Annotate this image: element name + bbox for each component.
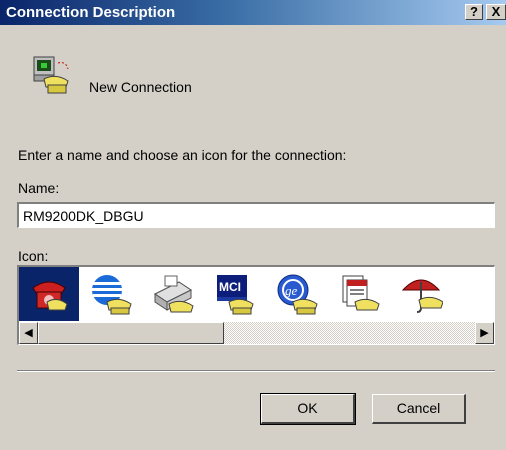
close-button[interactable]: X xyxy=(486,4,506,20)
svg-text:MCI: MCI xyxy=(219,280,241,294)
mci-phone-icon: MCI xyxy=(217,275,254,315)
icon-list[interactable]: MCI ge ◀ ▶ xyxy=(17,265,495,345)
red-phone-icon xyxy=(32,281,68,311)
phone-computer-icon xyxy=(30,55,72,97)
umbrella-phone-icon xyxy=(401,279,443,313)
window-title: Connection Description xyxy=(6,4,176,21)
connection-description-dialog: Connection Description ? X New Connectio… xyxy=(0,0,506,450)
scroll-left-button[interactable]: ◀ xyxy=(19,322,38,344)
title-bar[interactable]: Connection Description ? X xyxy=(0,0,506,25)
help-button[interactable]: ? xyxy=(465,4,483,20)
documents-phone-icon xyxy=(342,275,380,311)
ge-phone-icon: ge xyxy=(277,274,318,315)
name-label: Name: xyxy=(18,180,60,196)
svg-text:ge: ge xyxy=(285,283,298,298)
icon-label: Icon: xyxy=(18,248,49,264)
icon-option-red-phone[interactable] xyxy=(19,267,79,321)
separator xyxy=(17,370,495,372)
fax-phone-icon xyxy=(154,275,194,313)
icon-option-mci[interactable]: MCI xyxy=(205,267,265,321)
icon-option-ge[interactable]: ge xyxy=(267,267,327,321)
horizontal-scrollbar[interactable]: ◀ ▶ xyxy=(19,322,494,344)
icon-option-documents[interactable] xyxy=(329,267,389,321)
icon-option-fax[interactable] xyxy=(143,267,203,321)
connection-header-label: New Connection xyxy=(89,79,192,95)
cancel-button[interactable]: Cancel xyxy=(372,394,466,424)
icon-option-globe[interactable] xyxy=(81,267,141,321)
name-input[interactable]: RM9200DK_DBGU xyxy=(17,202,495,228)
globe-phone-icon xyxy=(92,275,132,315)
scroll-thumb[interactable] xyxy=(38,322,224,344)
icon-option-umbrella[interactable] xyxy=(391,267,451,321)
scroll-right-button[interactable]: ▶ xyxy=(475,322,494,344)
instruction-text: Enter a name and choose an icon for the … xyxy=(18,147,347,163)
ok-button[interactable]: OK xyxy=(260,393,356,425)
